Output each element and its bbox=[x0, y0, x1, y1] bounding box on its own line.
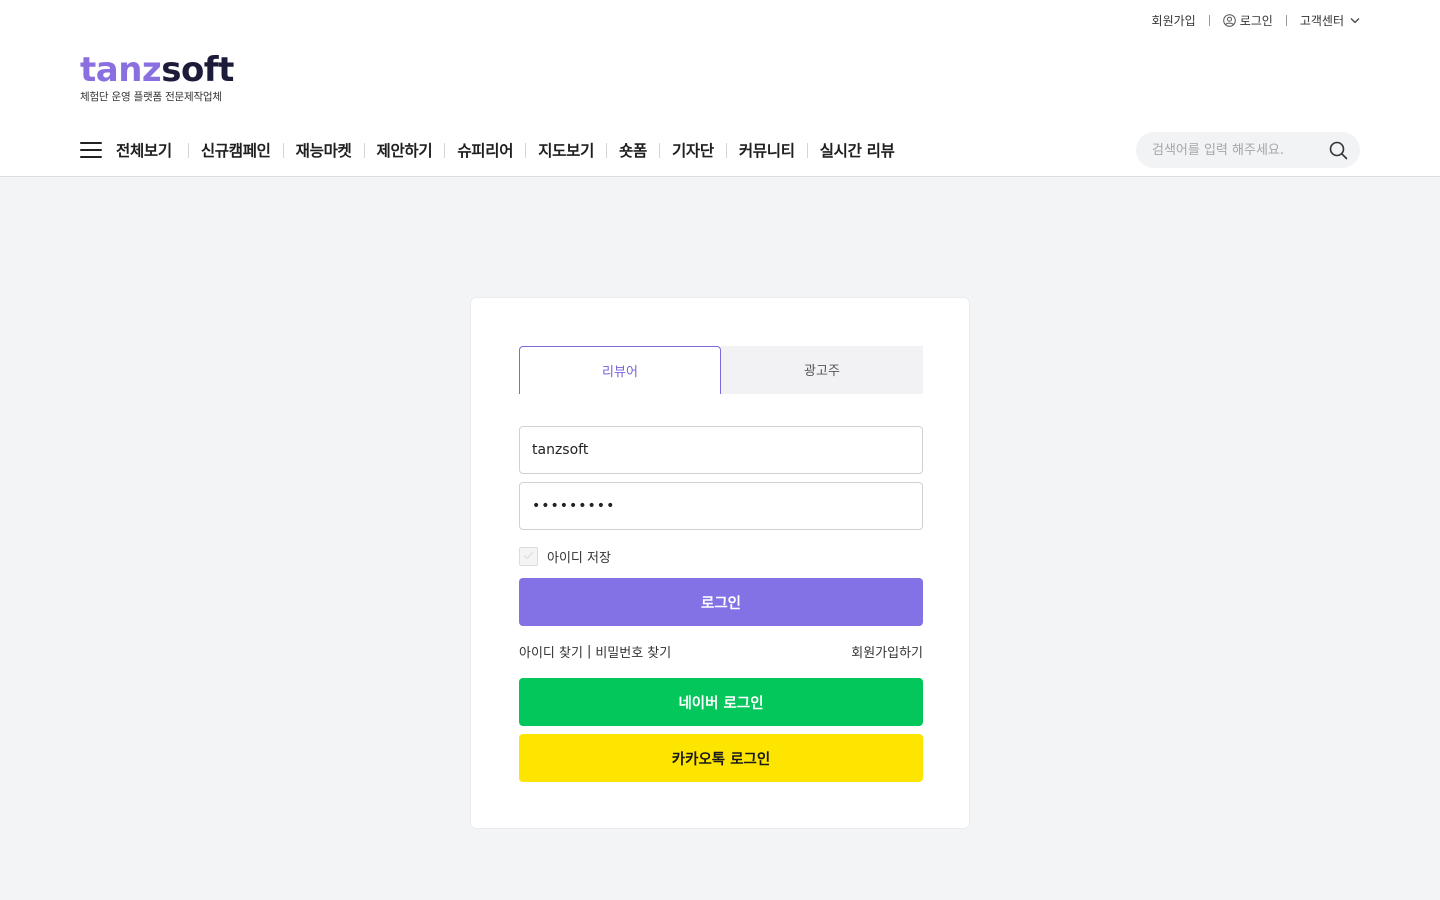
id-field bbox=[519, 426, 923, 474]
checkmark-icon bbox=[523, 549, 534, 564]
chevron-down-icon bbox=[1350, 17, 1360, 24]
login-link-label: 로그인 bbox=[1239, 13, 1273, 28]
password-input[interactable] bbox=[532, 498, 910, 514]
remember-id-checkbox[interactable] bbox=[519, 546, 538, 566]
search-box bbox=[1136, 132, 1360, 168]
signup-link-label: 회원가입 bbox=[1151, 13, 1196, 28]
remember-id: 아이디 저장 bbox=[519, 546, 611, 566]
login-card: 리뷰어 광고주 아이디 저장 로그인 아이디 찾기 | 비밀번호 찾기 회원가입… bbox=[470, 297, 970, 829]
nav-item-superior[interactable]: 슈피리어 bbox=[457, 139, 513, 161]
tab-advertiser[interactable]: 광고주 bbox=[721, 346, 923, 394]
login-link[interactable]: 로그인 bbox=[1222, 12, 1273, 29]
nav-item-shortform[interactable]: 숏폼 bbox=[619, 139, 647, 161]
logo-tagline: 체험단 운영 플랫폼 전문제작업체 bbox=[80, 91, 222, 103]
nav-item-live-review[interactable]: 실시간 리뷰 bbox=[820, 139, 895, 161]
signup-link[interactable]: 회원가입 bbox=[1152, 12, 1196, 29]
id-input[interactable] bbox=[532, 442, 910, 458]
utility-nav: 회원가입 로그인 고객센터 bbox=[1152, 11, 1360, 29]
nav-item-map[interactable]: 지도보기 bbox=[538, 139, 594, 161]
tab-reviewer[interactable]: 리뷰어 bbox=[519, 346, 721, 394]
utility-divider bbox=[1285, 14, 1287, 26]
utility-divider bbox=[1208, 14, 1210, 26]
member-type-tabs: 리뷰어 광고주 bbox=[519, 346, 923, 394]
user-circle-icon bbox=[1222, 13, 1236, 27]
nav-divider bbox=[725, 142, 727, 158]
logo-word-part1: tanz bbox=[80, 50, 162, 90]
link-separator: | bbox=[586, 643, 592, 659]
account-links: 아이디 찾기 | 비밀번호 찾기 회원가입하기 bbox=[519, 641, 923, 661]
find-password-link[interactable]: 비밀번호 찾기 bbox=[595, 642, 671, 661]
nav-item-propose[interactable]: 제안하기 bbox=[377, 139, 433, 161]
nav-all[interactable]: 전체보기 bbox=[116, 139, 172, 161]
login-button[interactable]: 로그인 bbox=[519, 578, 923, 626]
nav-divider bbox=[606, 142, 608, 158]
password-field bbox=[519, 482, 923, 530]
support-label: 고객센터 bbox=[1299, 13, 1344, 28]
find-links: 아이디 찾기 | 비밀번호 찾기 bbox=[519, 642, 671, 661]
naver-login-button[interactable]: 네이버 로그인 bbox=[519, 678, 923, 726]
nav-divider bbox=[282, 142, 284, 158]
logo-wordmark: tanzsoft bbox=[80, 50, 260, 90]
logo-word-part2: soft bbox=[161, 50, 234, 90]
nav-divider bbox=[806, 142, 808, 158]
nav-item-talent-market[interactable]: 재능마켓 bbox=[296, 139, 352, 161]
search-icon[interactable] bbox=[1328, 140, 1348, 160]
search-input[interactable] bbox=[1152, 142, 1328, 158]
nav-divider bbox=[363, 142, 365, 158]
signup-link-bottom[interactable]: 회원가입하기 bbox=[851, 642, 923, 661]
remember-id-label: 아이디 저장 bbox=[547, 550, 611, 566]
nav-divider bbox=[444, 142, 446, 158]
nav-item-new-campaign[interactable]: 신규캠페인 bbox=[201, 139, 271, 161]
nav-divider bbox=[658, 142, 660, 158]
nav-item-reporters[interactable]: 기자단 bbox=[672, 139, 714, 161]
find-id-link[interactable]: 아이디 찾기 bbox=[519, 642, 583, 661]
kakao-login-button[interactable]: 카카오톡 로그인 bbox=[519, 734, 923, 782]
brand-logo[interactable]: tanzsoft 체험단 운영 플랫폼 전문제작업체 bbox=[80, 50, 260, 106]
hamburger-menu-icon[interactable] bbox=[80, 142, 102, 158]
nav-divider bbox=[187, 142, 189, 158]
support-dropdown[interactable]: 고객센터 bbox=[1300, 12, 1360, 29]
nav-divider bbox=[525, 142, 527, 158]
site-header: 회원가입 로그인 고객센터 tanzsoft 체험단 운영 플랫폼 전문제작업체… bbox=[0, 0, 1440, 177]
nav-item-community[interactable]: 커뮤니티 bbox=[739, 139, 795, 161]
main-nav: 전체보기 신규캠페인 재능마켓 제안하기 슈피리어 지도보기 숏폼 기자단 커뮤… bbox=[80, 134, 895, 166]
